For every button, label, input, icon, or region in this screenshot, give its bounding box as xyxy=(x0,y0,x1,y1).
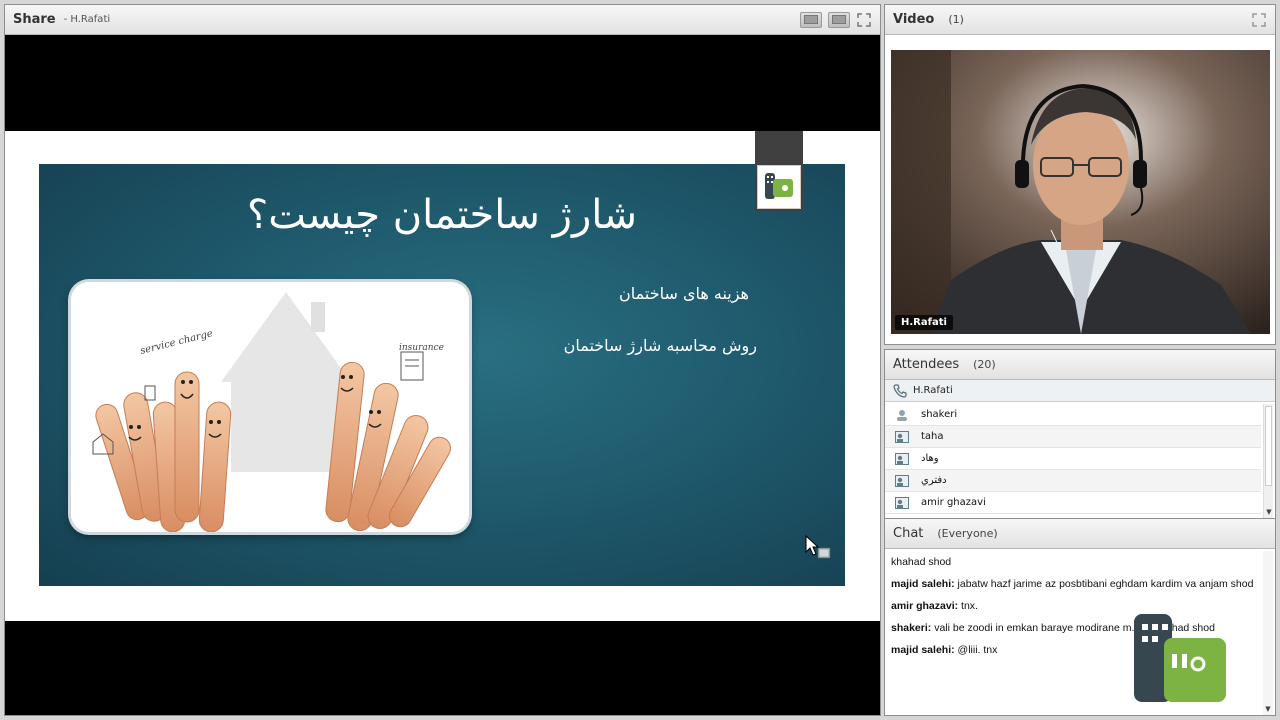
insurance-label: insurance xyxy=(399,343,444,353)
share-presenter-name: - H.Rafati xyxy=(63,14,111,25)
participant-icon xyxy=(895,430,909,444)
attendee-list: shakeri taha وهاد دفتري amir ghazavi xyxy=(885,404,1261,518)
chat-sender: amir ghazavi: xyxy=(891,600,959,612)
chat-pod-title: Chat xyxy=(893,526,924,541)
chat-text: @liii. tnx xyxy=(957,644,998,656)
mouse-pointer-icon xyxy=(804,534,834,568)
host-phone-icon xyxy=(893,383,907,398)
attendees-count: (20) xyxy=(973,358,996,371)
participant-icon xyxy=(895,452,909,466)
connect-meeting-room: Share - H.Rafati شارژ ساختمان چیست؟ هزین… xyxy=(0,0,1280,720)
attendee-row[interactable]: amir ghazavi xyxy=(885,492,1261,514)
chat-text: jabatw hazf jarime az posbtibani eghdam … xyxy=(957,578,1254,590)
view-toggle-button[interactable] xyxy=(800,11,822,28)
fit-view-button[interactable] xyxy=(828,11,850,28)
slide-bullet-costs: هزینه های ساختمان xyxy=(618,284,749,303)
company-logo-icon xyxy=(757,165,801,209)
attendee-host-name: H.Rafati xyxy=(913,385,953,396)
attendee-row[interactable]: دفتري xyxy=(885,470,1261,492)
chat-sender: majid salehi: xyxy=(891,578,955,590)
share-pod: Share - H.Rafati شارژ ساختمان چیست؟ هزین… xyxy=(4,4,881,716)
chat-scope[interactable]: (Everyone) xyxy=(937,527,997,540)
attendee-row[interactable]: taha xyxy=(885,426,1261,448)
video-pod-title: Video xyxy=(893,12,935,27)
chat-message: khahad shod xyxy=(891,555,1259,570)
share-content-area: شارژ ساختمان چیست؟ هزینه های ساختمان روش… xyxy=(5,36,880,715)
chat-sender: shakeri: xyxy=(891,622,932,634)
presentation-slide: شارژ ساختمان چیست؟ هزینه های ساختمان روش… xyxy=(39,164,845,586)
video-pod-header: Video (1) xyxy=(885,5,1275,35)
chat-message: majid salehi: jabatw hazf jarime az posb… xyxy=(891,577,1259,592)
video-participant-name: H.Rafati xyxy=(895,315,953,330)
attendee-name: amir ghazavi xyxy=(921,497,986,508)
attendee-name: taha xyxy=(921,431,944,442)
slide-bullet-calculation: روش محاسبه شارژ ساختمان xyxy=(563,336,757,355)
participant-icon xyxy=(895,408,909,422)
slide-title: شارژ ساختمان چیست؟ xyxy=(247,192,637,238)
scroll-down-icon[interactable]: ▼ xyxy=(1265,508,1273,516)
share-pod-title: Share xyxy=(13,12,56,27)
attendee-name: shakeri xyxy=(921,409,958,420)
attendee-host-row[interactable]: H.Rafati xyxy=(885,380,1275,402)
chat-pod-header: Chat (Everyone) xyxy=(885,519,1275,549)
attendees-pod: Attendees (20) H.Rafati shakeri taha وها… xyxy=(884,349,1276,519)
watermark-logo-icon xyxy=(1130,612,1230,708)
attendee-name: دفتري xyxy=(921,475,947,486)
participant-icon xyxy=(895,496,909,510)
attendee-scrollbar[interactable]: ▼ xyxy=(1263,404,1273,518)
scroll-down-icon[interactable]: ▼ xyxy=(1264,705,1272,713)
chat-text: khahad shod xyxy=(891,556,952,568)
attendees-pod-header: Attendees (20) xyxy=(885,350,1275,380)
chat-text: tnx. xyxy=(961,600,978,612)
slide-frame: شارژ ساختمان چیست؟ هزینه های ساختمان روش… xyxy=(5,131,880,621)
attendee-name: وهاد xyxy=(921,453,939,464)
attendees-pod-title: Attendees xyxy=(893,357,960,372)
webcam-video-feed: H.Rafati xyxy=(891,50,1270,334)
fullscreen-icon[interactable] xyxy=(1251,12,1267,28)
window-icon xyxy=(804,15,818,24)
window-icon xyxy=(832,15,846,24)
chat-scrollbar[interactable]: ▼ xyxy=(1263,551,1273,715)
share-pod-header: Share - H.Rafati xyxy=(5,5,880,35)
fullscreen-icon[interactable] xyxy=(856,12,872,28)
fingers-house-image: service charge insurance xyxy=(71,282,469,532)
scrollbar-thumb[interactable] xyxy=(1265,406,1272,486)
video-pod: Video (1) H.Rafati xyxy=(884,4,1276,345)
video-count: (1) xyxy=(948,13,964,26)
chat-sender: majid salehi: xyxy=(891,644,955,656)
participant-icon xyxy=(895,474,909,488)
attendee-row[interactable]: وهاد xyxy=(885,448,1261,470)
attendee-row[interactable]: shakeri xyxy=(885,404,1261,426)
